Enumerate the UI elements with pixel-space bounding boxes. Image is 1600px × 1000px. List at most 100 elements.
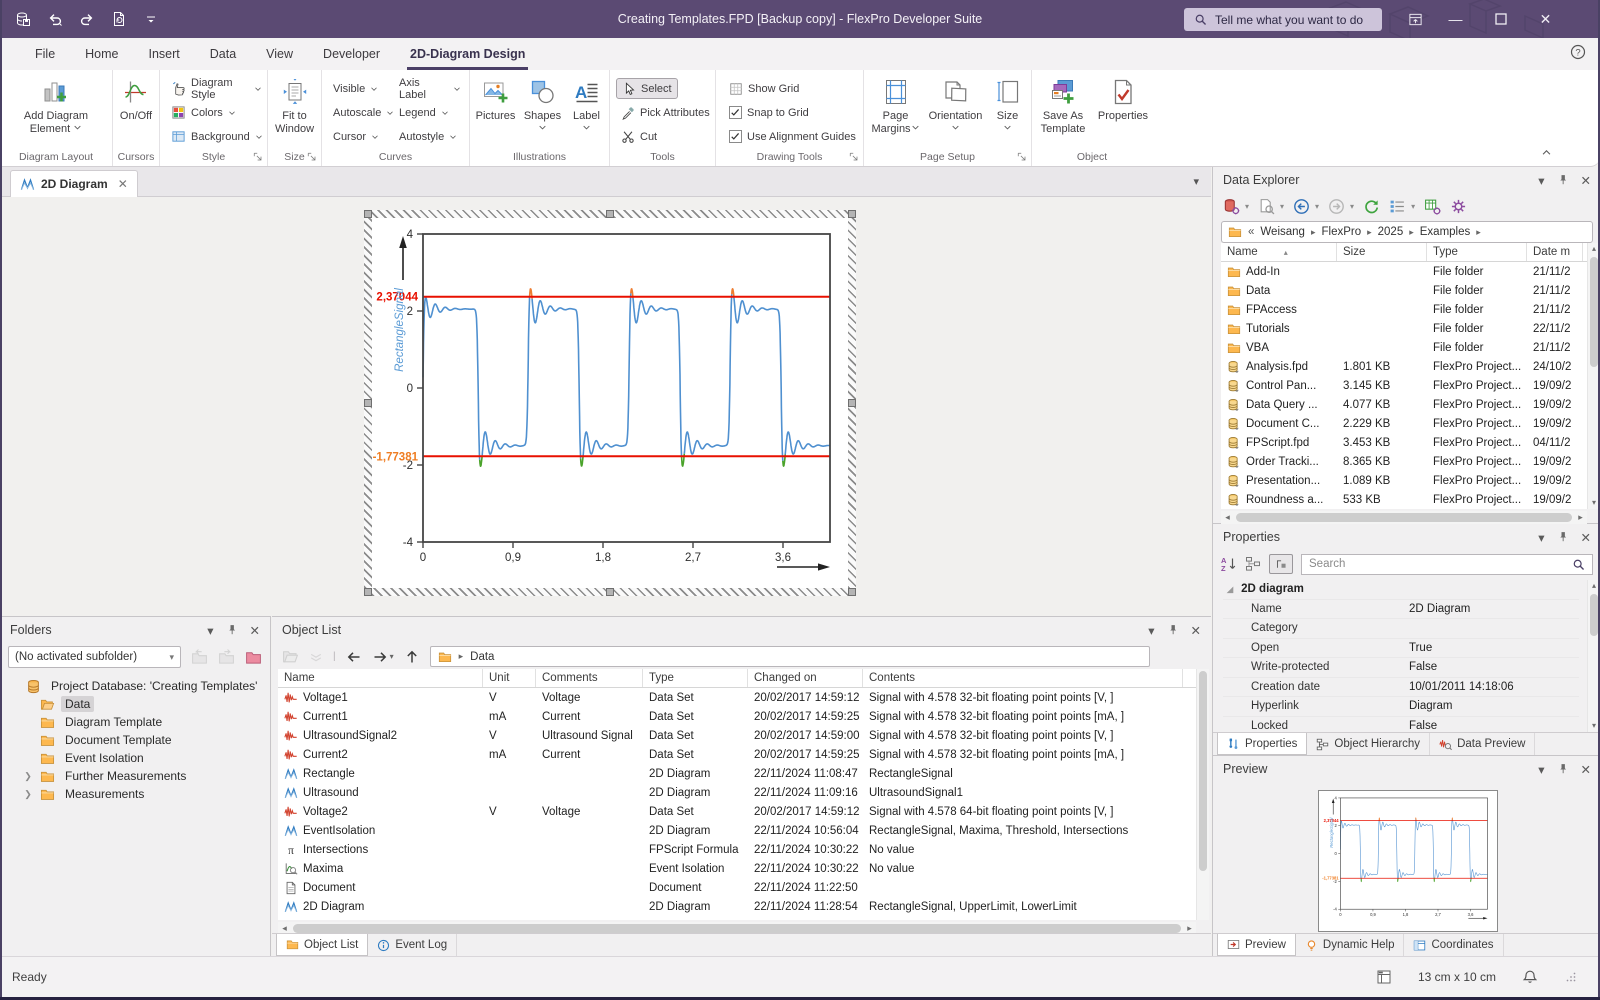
close-panel-icon[interactable]: ✕ [1581,530,1591,545]
object-row[interactable]: Current1mACurrentData Set20/02/2017 14:5… [278,707,1196,726]
add-diagram-element-button[interactable]: Add Diagram Element [6,75,106,149]
property-row[interactable]: Creation date10/01/2011 14:18:06 [1223,678,1579,698]
file-row[interactable]: Roundness a...533 KBFlexPro Project...19… [1221,490,1587,509]
categorize-icon[interactable] [1245,556,1261,572]
search-document-icon[interactable] [1258,198,1275,215]
back-arrow-icon[interactable] [346,649,362,665]
object-list-vscrollbar[interactable] [1196,669,1209,920]
back-icon[interactable] [1293,198,1310,215]
file-row[interactable]: VBAFile folder21/11/2 [1221,338,1587,357]
property-row[interactable]: HyperlinkDiagram [1223,697,1579,717]
menu-tab-2d-diagram-design[interactable]: 2D-Diagram Design [395,38,540,70]
collapse-triangle-icon[interactable]: ◢ [1223,585,1233,594]
tab-object-list[interactable]: Object List [276,934,368,956]
diagram-selection[interactable]: -4-202400,91,82,73,62,37044-1,77381Recta… [364,210,856,596]
snap-to-grid-checkbox[interactable]: Snap to Grid [724,102,814,123]
resize-grip-icon[interactable] [1564,970,1578,984]
page-setup-dialog-launcher[interactable] [1016,151,1028,163]
property-value[interactable]: False [1409,720,1579,731]
property-value[interactable]: True [1409,642,1579,654]
expand-icon[interactable]: ❯ [22,771,34,782]
panel-menu-icon[interactable]: ▾ [1538,762,1544,777]
help-icon[interactable]: ? [1570,44,1586,60]
toggle-description-button[interactable] [1269,554,1293,574]
2d-diagram-chart[interactable]: -4-202400,91,82,73,62,37044-1,77381Recta… [372,218,848,593]
page-margins-button[interactable]: Page Margins [869,75,923,149]
property-row[interactable]: Category [1223,619,1579,639]
file-row[interactable]: Add-InFile folder21/11/2 [1221,262,1587,281]
cut-button[interactable]: Cut [616,126,662,147]
folder-item-event-isolation[interactable]: Event Isolation [6,749,266,767]
resize-handle-sw[interactable] [364,588,372,596]
data-explorer-breadcrumb[interactable]: «Weisang▸FlexPro▸2025▸Examples▸ [1221,221,1593,243]
object-row[interactable]: 2D Diagram2D Diagram22/11/2024 11:28:54R… [278,897,1196,916]
next-folder-icon[interactable] [218,649,235,666]
up-arrow-icon[interactable] [404,649,420,665]
column-header-date-m[interactable]: Date m [1527,243,1583,261]
object-row[interactable]: EventIsolation2D Diagram22/11/2024 10:56… [278,821,1196,840]
column-header-name[interactable]: Name ▴ [1221,243,1337,261]
menu-tab-view[interactable]: View [251,38,308,70]
file-row[interactable]: Presentation...1.089 KBFlexPro Project..… [1221,471,1587,490]
close-panel-icon[interactable]: ✕ [250,623,260,638]
panel-menu-icon[interactable]: ▾ [1148,623,1154,638]
label-button[interactable]: A Label [567,75,607,149]
breadcrumb-segment[interactable]: Examples [1420,226,1471,238]
tell-me-search[interactable]: Tell me what you want to do [1184,8,1382,31]
panel-menu-icon[interactable]: ▾ [1538,530,1544,545]
minimize-button[interactable]: ― [1433,0,1478,38]
tab-properties[interactable]: Properties [1217,733,1307,755]
ribbon-display-options-button[interactable] [1393,0,1438,38]
pin-icon[interactable] [1167,624,1179,636]
object-row[interactable]: MaximaEvent Isolation22/11/2024 10:30:22… [278,859,1196,878]
data-explorer-hscrollbar[interactable]: ◂▸ [1221,511,1587,524]
data-query-icon[interactable] [1424,198,1441,215]
column-header-unit[interactable]: Unit [483,669,536,687]
breadcrumb-collapse[interactable]: « [1248,226,1254,238]
properties-search-input[interactable]: Search [1301,554,1593,575]
object-row[interactable]: Current2mACurrentData Set20/02/2017 14:5… [278,745,1196,764]
show-grid-button[interactable]: Show Grid [724,78,804,99]
diagram-editor[interactable]: -4-202400,91,82,73,62,37044-1,77381Recta… [0,197,1211,616]
tab-data-preview[interactable]: Data Preview [1430,733,1535,755]
file-row[interactable]: DataFile folder21/11/2 [1221,281,1587,300]
close-panel-icon[interactable]: ✕ [1191,623,1201,638]
background-button[interactable]: Background [166,126,267,147]
breadcrumb-folder[interactable]: Data [470,651,494,663]
refresh-icon[interactable] [1363,198,1380,215]
tab-object-hierarchy[interactable]: Object Hierarchy [1307,733,1430,755]
tree-root[interactable]: Project Database: 'Creating Templates' [6,677,266,695]
visible-button[interactable]: Visible [328,78,394,99]
object-row[interactable]: πIntersectionsFPScript Formula22/11/2024… [278,840,1196,859]
style-dialog-launcher[interactable] [252,151,264,163]
pin-icon[interactable] [226,624,238,636]
database-gear-icon[interactable] [1223,198,1240,215]
cursors-onoff-button[interactable]: On/Off [114,75,158,149]
customize-qat-button[interactable] [140,8,162,30]
tab-event-log[interactable]: Event Log [368,934,457,956]
resize-handle-e[interactable] [848,399,856,407]
file-row[interactable]: Data Query ...4.077 KBFlexPro Project...… [1221,395,1587,414]
file-row[interactable]: TutorialsFile folder22/11/2 [1221,319,1587,338]
redo-button[interactable] [76,8,98,30]
object-row[interactable]: Ultrasound2D Diagram22/11/2024 11:09:16U… [278,783,1196,802]
column-header-name[interactable]: Name [278,669,483,687]
object-list-breadcrumb[interactable]: ▸ Data [430,646,1150,667]
tab-2d-diagram[interactable]: 2D Diagram ✕ [10,170,138,197]
file-row[interactable]: Order Tracki...8.365 KBFlexPro Project..… [1221,452,1587,471]
pin-icon[interactable] [1557,531,1569,543]
select-tool-button[interactable]: Select [616,78,678,99]
pin-icon[interactable] [1557,763,1569,775]
maximize-button[interactable] [1478,0,1523,38]
pictures-button[interactable]: Pictures [473,75,519,149]
drawing-tools-dialog-launcher[interactable] [848,151,860,163]
fit-to-window-button[interactable]: Fit to Window [270,75,320,149]
close-button[interactable]: ✕ [1523,0,1568,38]
object-row[interactable]: DocumentDocument22/11/2024 11:22:50 [278,878,1196,897]
column-header-type[interactable]: Type [1427,243,1527,261]
menu-tab-home[interactable]: Home [70,38,133,70]
previous-folder-icon[interactable] [191,649,208,666]
forward-arrow-icon[interactable] [372,649,388,665]
object-row[interactable]: Voltage2VVoltageData Set20/02/2017 14:59… [278,802,1196,821]
save-as-template-button[interactable]: Save As Template [1033,75,1093,149]
